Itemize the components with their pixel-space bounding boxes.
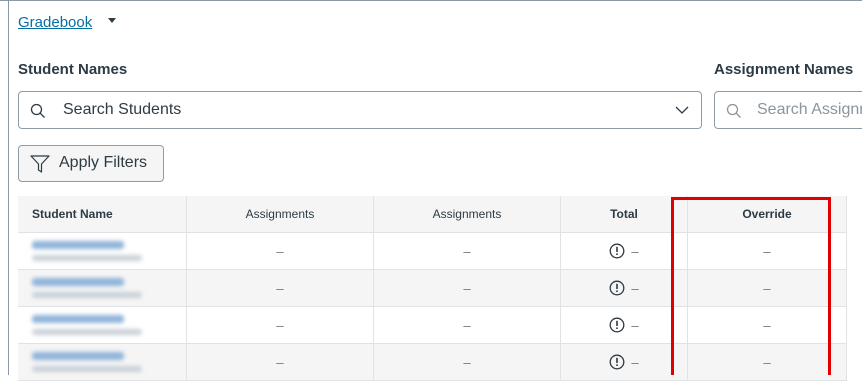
total-value: – [631,317,639,333]
filter-icon [30,155,50,173]
assignment-search-input[interactable]: Search Assignm [714,91,862,129]
caret-down-icon[interactable] [108,18,116,23]
table-row: – – – – [18,269,847,307]
assignment-grade-cell[interactable]: – [373,232,561,270]
top-border [0,0,862,1]
student-name-cell[interactable] [18,269,187,307]
apply-filters-button[interactable]: Apply Filters [18,145,164,182]
gradebook-table: Student Name Assignments Assignments Tot… [18,196,847,381]
warning-icon [609,354,625,370]
apply-filters-label: Apply Filters [59,154,148,171]
student-name-blurred [32,352,186,372]
header-student-name[interactable]: Student Name [18,196,187,233]
header-assignments[interactable]: Assignments [186,196,374,233]
student-name-cell[interactable] [18,232,187,270]
total-value: – [631,354,639,370]
warning-icon [609,243,625,259]
search-icon [726,103,741,118]
student-search-placeholder: Search Students [63,101,182,118]
assignment-grade-cell[interactable]: – [186,269,374,307]
header-total[interactable]: Total [560,196,688,233]
student-name-blurred [32,241,186,261]
header-assignments[interactable]: Assignments [373,196,561,233]
warning-icon [609,317,625,333]
student-search-input[interactable]: Search Students [18,91,702,129]
student-name-cell[interactable] [18,306,187,344]
assignment-grade-cell[interactable]: – [373,306,561,344]
student-name-blurred [32,315,186,335]
total-cell[interactable]: – [560,269,688,307]
override-cell[interactable]: – [687,306,847,344]
assignment-grade-cell[interactable]: – [373,269,561,307]
assignment-grade-cell[interactable]: – [186,232,374,270]
assignment-names-label: Assignment Names [714,61,854,78]
student-names-label: Student Names [18,61,128,78]
left-border [8,0,9,375]
total-value: – [631,280,639,296]
total-value: – [631,243,639,259]
header-override[interactable]: Override [687,196,847,233]
search-icon [30,103,45,118]
override-cell[interactable]: – [687,232,847,270]
total-cell[interactable]: – [560,232,688,270]
table-row: – – – – [18,306,847,344]
assignment-search-placeholder: Search Assignm [757,101,862,118]
chevron-down-icon[interactable] [675,105,689,115]
table-header-row: Student Name Assignments Assignments Tot… [18,196,847,233]
override-cell[interactable]: – [687,269,847,307]
warning-icon [609,280,625,296]
student-name-blurred [32,278,186,298]
total-cell[interactable]: – [560,306,688,344]
assignment-grade-cell[interactable]: – [186,306,374,344]
table-row: – – – – [18,232,847,270]
gradebook-menu-link[interactable]: Gradebook [18,14,92,31]
